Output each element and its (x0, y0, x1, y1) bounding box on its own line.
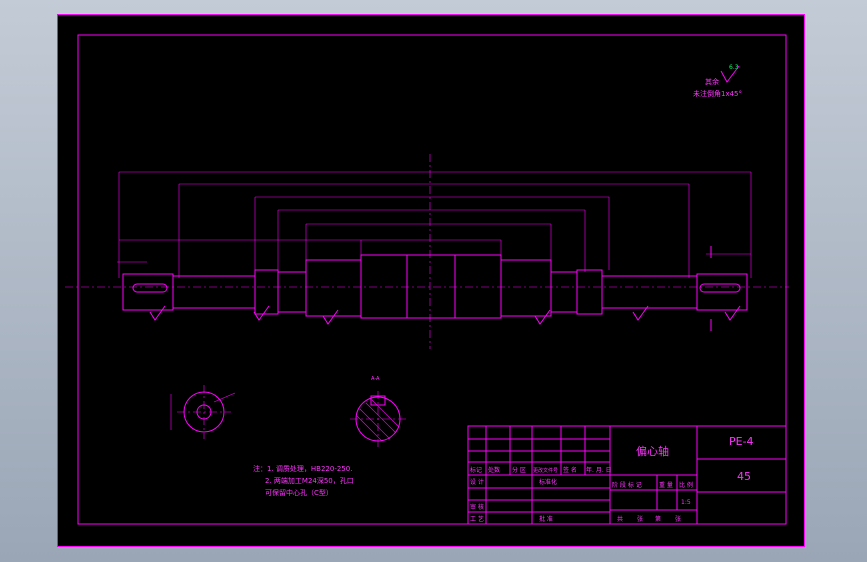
inner-frame (77, 34, 787, 525)
header-count: 处数 (488, 466, 500, 474)
sheet-no-suffix: 张 (675, 515, 681, 523)
header-change-doc: 更改文件号 (533, 467, 558, 474)
shaft-outline (122, 254, 748, 319)
material: 45 (737, 470, 751, 483)
roughness-marks (149, 305, 741, 325)
row-standard: 标准化 (539, 478, 557, 486)
technical-notes: 注：1. 调质处理，HB220-250. 2. 两端加工M24深50，孔口 可保… (253, 464, 354, 497)
section-aa-view: A-A (350, 376, 406, 447)
note-line-1: 注：1. 调质处理，HB220-250. (253, 464, 352, 473)
row-design: 设 计 (470, 478, 484, 486)
surface-note-top: 其余 (705, 77, 719, 86)
stage-mark: 阶 段 标 记 (612, 481, 642, 489)
drawing-number: PE-4 (729, 435, 754, 448)
sheet-no-prefix: 第 (655, 515, 661, 523)
part-name: 偏心轴 (636, 444, 669, 458)
sheets-total-suffix: 张 (637, 515, 643, 523)
roughness-value: 6.3 (729, 64, 739, 71)
header-mark: 标记 (470, 466, 482, 474)
stage-weight: 重 量 (659, 481, 673, 489)
chamfer-note: 未注倒角1x45° (693, 89, 742, 98)
row-process: 工 艺 (470, 515, 484, 523)
row-approve: 批 准 (539, 515, 553, 523)
surface-note: 6.3 其余 未注倒角1x45° (693, 64, 742, 98)
right-keyway (699, 283, 741, 293)
title-block: 偏心轴 PE-4 45 1:5 标记 处数 分 区 更改文件号 签 名 年. 月… (467, 425, 787, 525)
section-label: A-A (371, 376, 380, 382)
note-line-2: 2. 两端加工M24深50，孔口 (265, 476, 354, 485)
drawing-sheet: A-A 6.3 其余 未注倒角1x45° 注：1. 调质处理，HB220-250… (57, 14, 805, 547)
header-zone: 分 区 (512, 466, 526, 474)
sheets-total-prefix: 共 (617, 515, 623, 523)
note-line-3: 可保留中心孔（C型） (265, 488, 333, 497)
cad-viewport[interactable]: A-A 6.3 其余 未注倒角1x45° 注：1. 调质处理，HB220-250… (57, 14, 805, 547)
header-signature: 签 名 (563, 466, 577, 474)
dimension-lines (117, 171, 752, 278)
row-check: 审 核 (470, 503, 484, 511)
left-keyway (132, 283, 168, 293)
center-hole-detail (170, 385, 236, 439)
scale-value: 1:5 (681, 499, 691, 506)
header-date: 年. 月. 日 (586, 466, 612, 474)
stage-scale: 比 例 (679, 481, 693, 489)
